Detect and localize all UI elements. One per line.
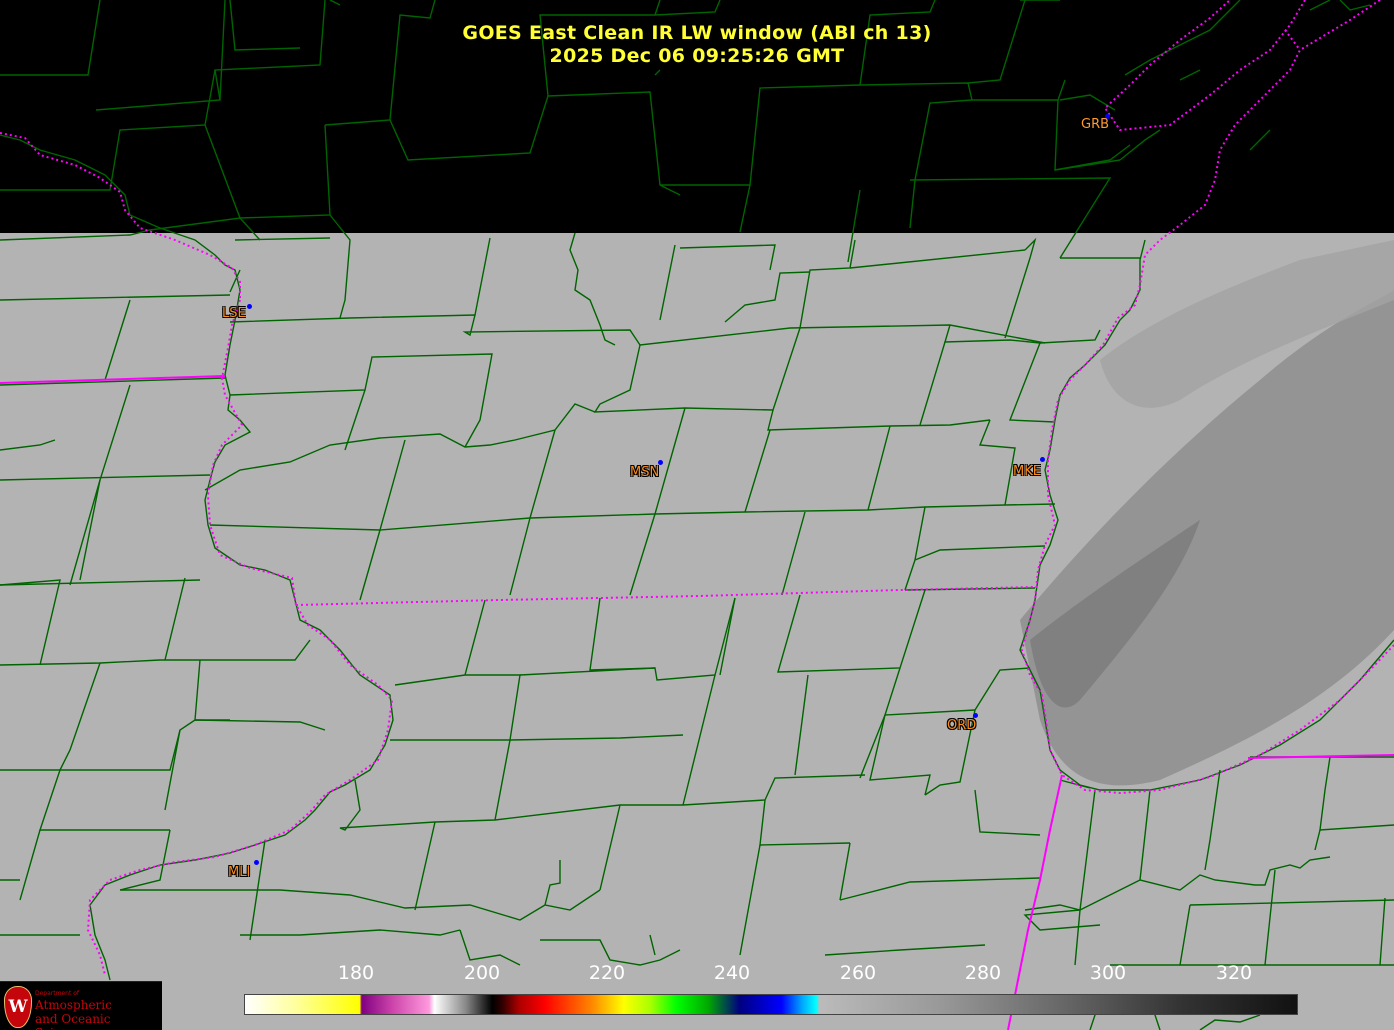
- colorbar-tick: 220: [588, 962, 626, 984]
- colorbar-tick: 180: [337, 962, 375, 984]
- colorbar-tick: 320: [1215, 962, 1253, 984]
- station-label-msn: MSN: [630, 465, 660, 480]
- logo-line-2: and Oceanic Sciences: [35, 1012, 111, 1030]
- station-label-ord: ORD: [947, 718, 977, 733]
- station-label-mli: MLI: [228, 865, 251, 880]
- uw-crest-icon: W: [4, 986, 32, 1028]
- station-label-lse: LSE: [222, 306, 246, 321]
- satellite-map: [0, 0, 1394, 1030]
- image-timestamp: 2025 Dec 06 09:25:26 GMT: [549, 45, 845, 67]
- colorbar-tick: 300: [1089, 962, 1127, 984]
- station-dot-lse: [247, 304, 252, 309]
- logo-dept-text: Department of: [35, 990, 79, 997]
- colorbar-tick: 200: [463, 962, 501, 984]
- image-title: GOES East Clean IR LW window (ABI ch 13): [462, 22, 932, 44]
- satellite-image-viewer: GOES East Clean IR LW window (ABI ch 13)…: [0, 0, 1394, 1030]
- colorbar-tick: 280: [964, 962, 1002, 984]
- station-dot-mli: [254, 860, 259, 865]
- station-label-mke: MKE: [1013, 464, 1041, 479]
- station-dot-mke: [1040, 457, 1045, 462]
- colorbar-tick: 260: [839, 962, 877, 984]
- uw-aos-logo: W Department of Atmospheric and Oceanic …: [0, 981, 162, 1030]
- colorbar-tick: 240: [713, 962, 751, 984]
- station-label-grb: GRB: [1081, 117, 1110, 132]
- logo-line-1: Atmospheric: [35, 998, 112, 1012]
- temperature-colorbar: [244, 994, 1298, 1015]
